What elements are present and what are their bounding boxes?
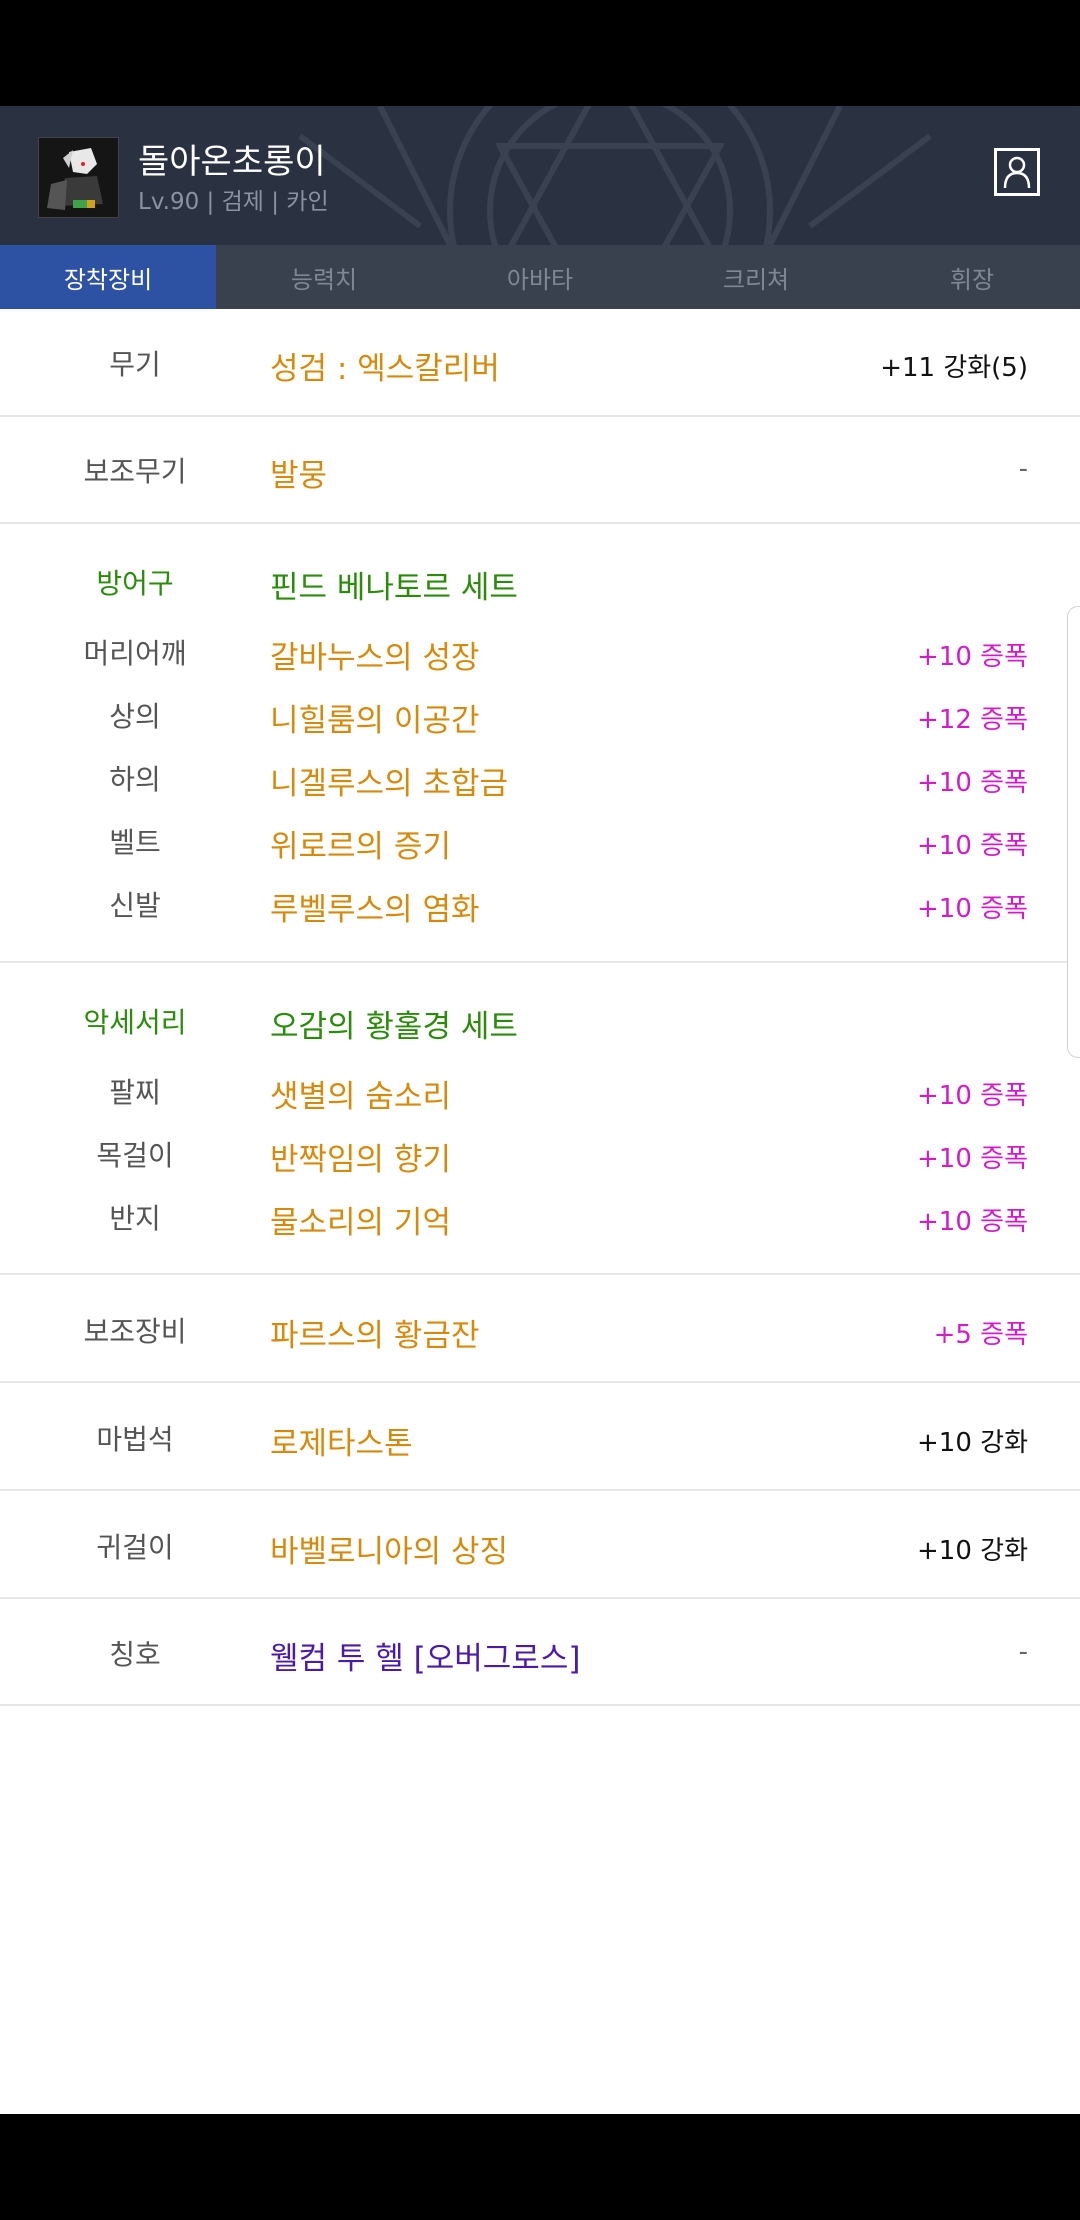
item-enhance: +10 강화	[917, 1428, 1028, 1458]
navigation-bar	[0, 2114, 1080, 2220]
item-enhance: +11 강화(5)	[880, 353, 1028, 383]
category-label: 보조무기	[83, 455, 187, 488]
character-name: 돌아온초롱이	[138, 142, 326, 182]
item-amplify: +10 증폭	[917, 1081, 1028, 1111]
character-info: Lv.90 | 검제 | 카인	[138, 189, 329, 215]
category-label: 머리어깨	[83, 637, 187, 670]
category-label: 팔찌	[109, 1076, 161, 1109]
status-bar	[0, 0, 1080, 106]
scroll-handle[interactable]	[1067, 606, 1080, 1058]
item-amplify: +10 증폭	[917, 642, 1028, 672]
set-name: 핀드 베나토르 세트	[270, 570, 518, 606]
category-label: 하의	[109, 763, 161, 796]
item-name: 물소리의 기억	[270, 1205, 451, 1241]
divider	[0, 415, 1080, 417]
person-icon	[1003, 156, 1031, 189]
item-name: 로제타스톤	[270, 1426, 413, 1462]
divider	[0, 1381, 1080, 1383]
divider	[0, 1597, 1080, 1599]
item-name: 루벨루스의 염화	[270, 892, 480, 928]
item-name: 바벨로니아의 상징	[270, 1534, 509, 1570]
category-label: 무기	[109, 348, 161, 381]
category-label: 신발	[109, 889, 161, 922]
item-amplify: +10 증폭	[917, 1207, 1028, 1237]
divider	[0, 522, 1080, 524]
item-name: 갈바누스의 성장	[270, 640, 480, 676]
item-amplify: +10 증폭	[917, 1144, 1028, 1174]
item-name: 샛별의 숨소리	[270, 1079, 451, 1115]
item-amplify: +10 증폭	[917, 894, 1028, 924]
tab-bar: 장착장비 능력치 아바타 크리쳐 휘장	[0, 245, 1080, 309]
tab-emblem[interactable]: 휘장	[864, 245, 1080, 309]
item-enhance: -	[1018, 1637, 1028, 1667]
item-name: 파르스의 황금잔	[270, 1318, 480, 1354]
category-label: 벨트	[109, 826, 161, 859]
set-name: 오감의 황홀경 세트	[270, 1009, 518, 1045]
item-amplify: +12 증폭	[917, 705, 1028, 735]
item-amplify: +10 증폭	[917, 831, 1028, 861]
item-amplify: +5 증폭	[933, 1320, 1028, 1350]
category-label: 마법석	[96, 1423, 174, 1456]
divider	[0, 1273, 1080, 1275]
item-name: 발뭉	[270, 458, 328, 494]
item-enhance: +10 강화	[917, 1536, 1028, 1566]
item-name: 니힐룸의 이공간	[270, 703, 480, 739]
tab-creature[interactable]: 크리쳐	[648, 245, 864, 309]
category-label: 방어구	[96, 567, 174, 600]
divider	[0, 961, 1080, 963]
character-avatar	[38, 137, 119, 218]
divider	[0, 1489, 1080, 1491]
category-label: 귀걸이	[96, 1531, 174, 1564]
category-label: 보조장비	[83, 1315, 187, 1348]
item-name: 성검 : 엑스칼리버	[270, 351, 500, 387]
category-label: 칭호	[109, 1638, 161, 1671]
item-amplify: +10 증폭	[917, 768, 1028, 798]
divider	[0, 1704, 1080, 1706]
item-name: 반짝임의 향기	[270, 1142, 451, 1178]
tab-equipment[interactable]: 장착장비	[0, 245, 216, 309]
profile-button[interactable]	[994, 148, 1040, 196]
category-label: 반지	[109, 1202, 161, 1235]
item-name: 니겔루스의 초합금	[270, 766, 509, 802]
character-header: 돌아온초롱이 Lv.90 | 검제 | 카인	[0, 106, 1080, 245]
item-name: 위로르의 증기	[270, 829, 451, 865]
item-name: 웰컴 투 헬 [오버그로스]	[270, 1641, 581, 1677]
tab-avatar[interactable]: 아바타	[432, 245, 648, 309]
category-label: 목걸이	[96, 1139, 174, 1172]
tab-stats[interactable]: 능력치	[216, 245, 432, 309]
category-label: 상의	[109, 700, 161, 733]
item-enhance: -	[1018, 454, 1028, 484]
equipment-list: 무기 성검 : 엑스칼리버 +11 강화(5) 보조무기 발뭉 - 방어구 핀드…	[0, 309, 1080, 2114]
category-label: 악세서리	[83, 1006, 187, 1039]
